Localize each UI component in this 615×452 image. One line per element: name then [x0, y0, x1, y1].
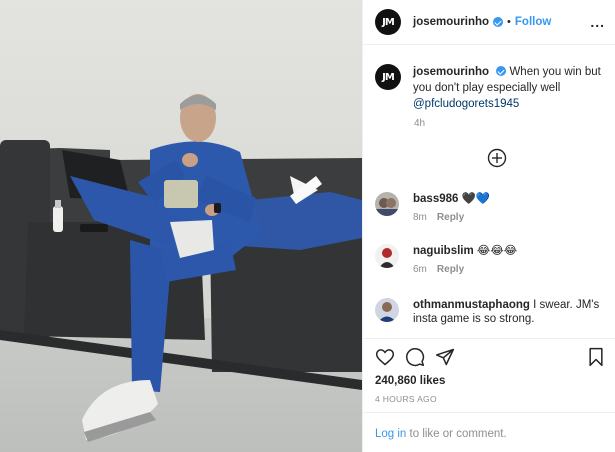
likes-count[interactable]: 240,860 likes — [375, 375, 445, 387]
caption-body: josemourinho When you win but you don't … — [413, 64, 611, 112]
commenter-avatar[interactable] — [375, 244, 399, 268]
post-actions: 240,860 likes 4 HOURS AGO Log in to like… — [363, 338, 615, 452]
reply-button[interactable]: Reply — [437, 264, 464, 275]
commenter-username[interactable]: naguibslim — [413, 245, 474, 257]
instagram-post-modal: JM josemourinho • Follow ... JM josemour… — [0, 0, 615, 452]
verified-badge-icon — [496, 66, 507, 76]
login-prompt-text: to like or comment. — [406, 428, 507, 440]
post-timestamp: 4 HOURS AGO — [375, 394, 437, 404]
comment-item: naguibslim 😂😂😂 6m Reply — [375, 244, 611, 275]
author-avatar[interactable]: JM — [375, 9, 401, 35]
post-header: JM josemourinho • Follow ... — [363, 0, 615, 45]
post-caption: JM josemourinho When you win but you don… — [375, 64, 611, 112]
login-prompt: Log in to like or comment. — [363, 412, 615, 452]
caption-mention-link[interactable]: @pfcludogorets1945 — [413, 98, 519, 110]
post-details-panel: JM josemourinho • Follow ... JM josemour… — [362, 0, 615, 452]
heart-icon[interactable] — [375, 347, 395, 370]
caption-username[interactable]: josemourinho — [413, 66, 489, 78]
comment-icon[interactable] — [405, 347, 425, 370]
comment-item: othmanmustaphaong I swear. JM's insta ga… — [375, 298, 611, 326]
commenter-username[interactable]: othmanmustaphaong — [413, 299, 530, 311]
commenter-username[interactable]: bass986 — [413, 193, 458, 205]
comment-age: 8m — [413, 212, 427, 223]
author-username[interactable]: josemourinho — [413, 16, 489, 28]
comment-item: bass986 🖤💙 8m Reply — [375, 192, 611, 223]
commenter-avatar[interactable] — [375, 298, 399, 322]
more-options-icon[interactable]: ... — [590, 14, 605, 30]
comment-text: 🖤💙 — [461, 193, 491, 205]
comment-body: naguibslim 😂😂😂 6m Reply — [413, 244, 517, 275]
action-icons-row — [375, 347, 603, 369]
share-icon[interactable] — [435, 347, 455, 370]
comment-body: othmanmustaphaong I swear. JM's insta ga… — [413, 298, 611, 326]
verified-badge-icon — [493, 17, 504, 27]
login-link[interactable]: Log in — [375, 428, 406, 440]
author-avatar-initials: JM — [382, 16, 395, 28]
comment-text: 😂😂😂 — [476, 245, 518, 257]
reply-button[interactable]: Reply — [437, 212, 464, 223]
bookmark-icon[interactable] — [587, 347, 605, 370]
post-photo-illustration — [0, 0, 362, 452]
separator-dot: • — [507, 16, 511, 28]
follow-button[interactable]: Follow — [515, 16, 551, 28]
comment-age: 6m — [413, 264, 427, 275]
commenter-avatar[interactable] — [375, 192, 399, 216]
comment-body: bass986 🖤💙 8m Reply — [413, 192, 490, 223]
load-more-comments-icon[interactable] — [487, 148, 507, 168]
caption-avatar-initials: JM — [382, 71, 395, 83]
caption-author-avatar[interactable]: JM — [375, 64, 401, 90]
post-photo — [0, 0, 362, 452]
caption-age: 4h — [414, 118, 426, 129]
